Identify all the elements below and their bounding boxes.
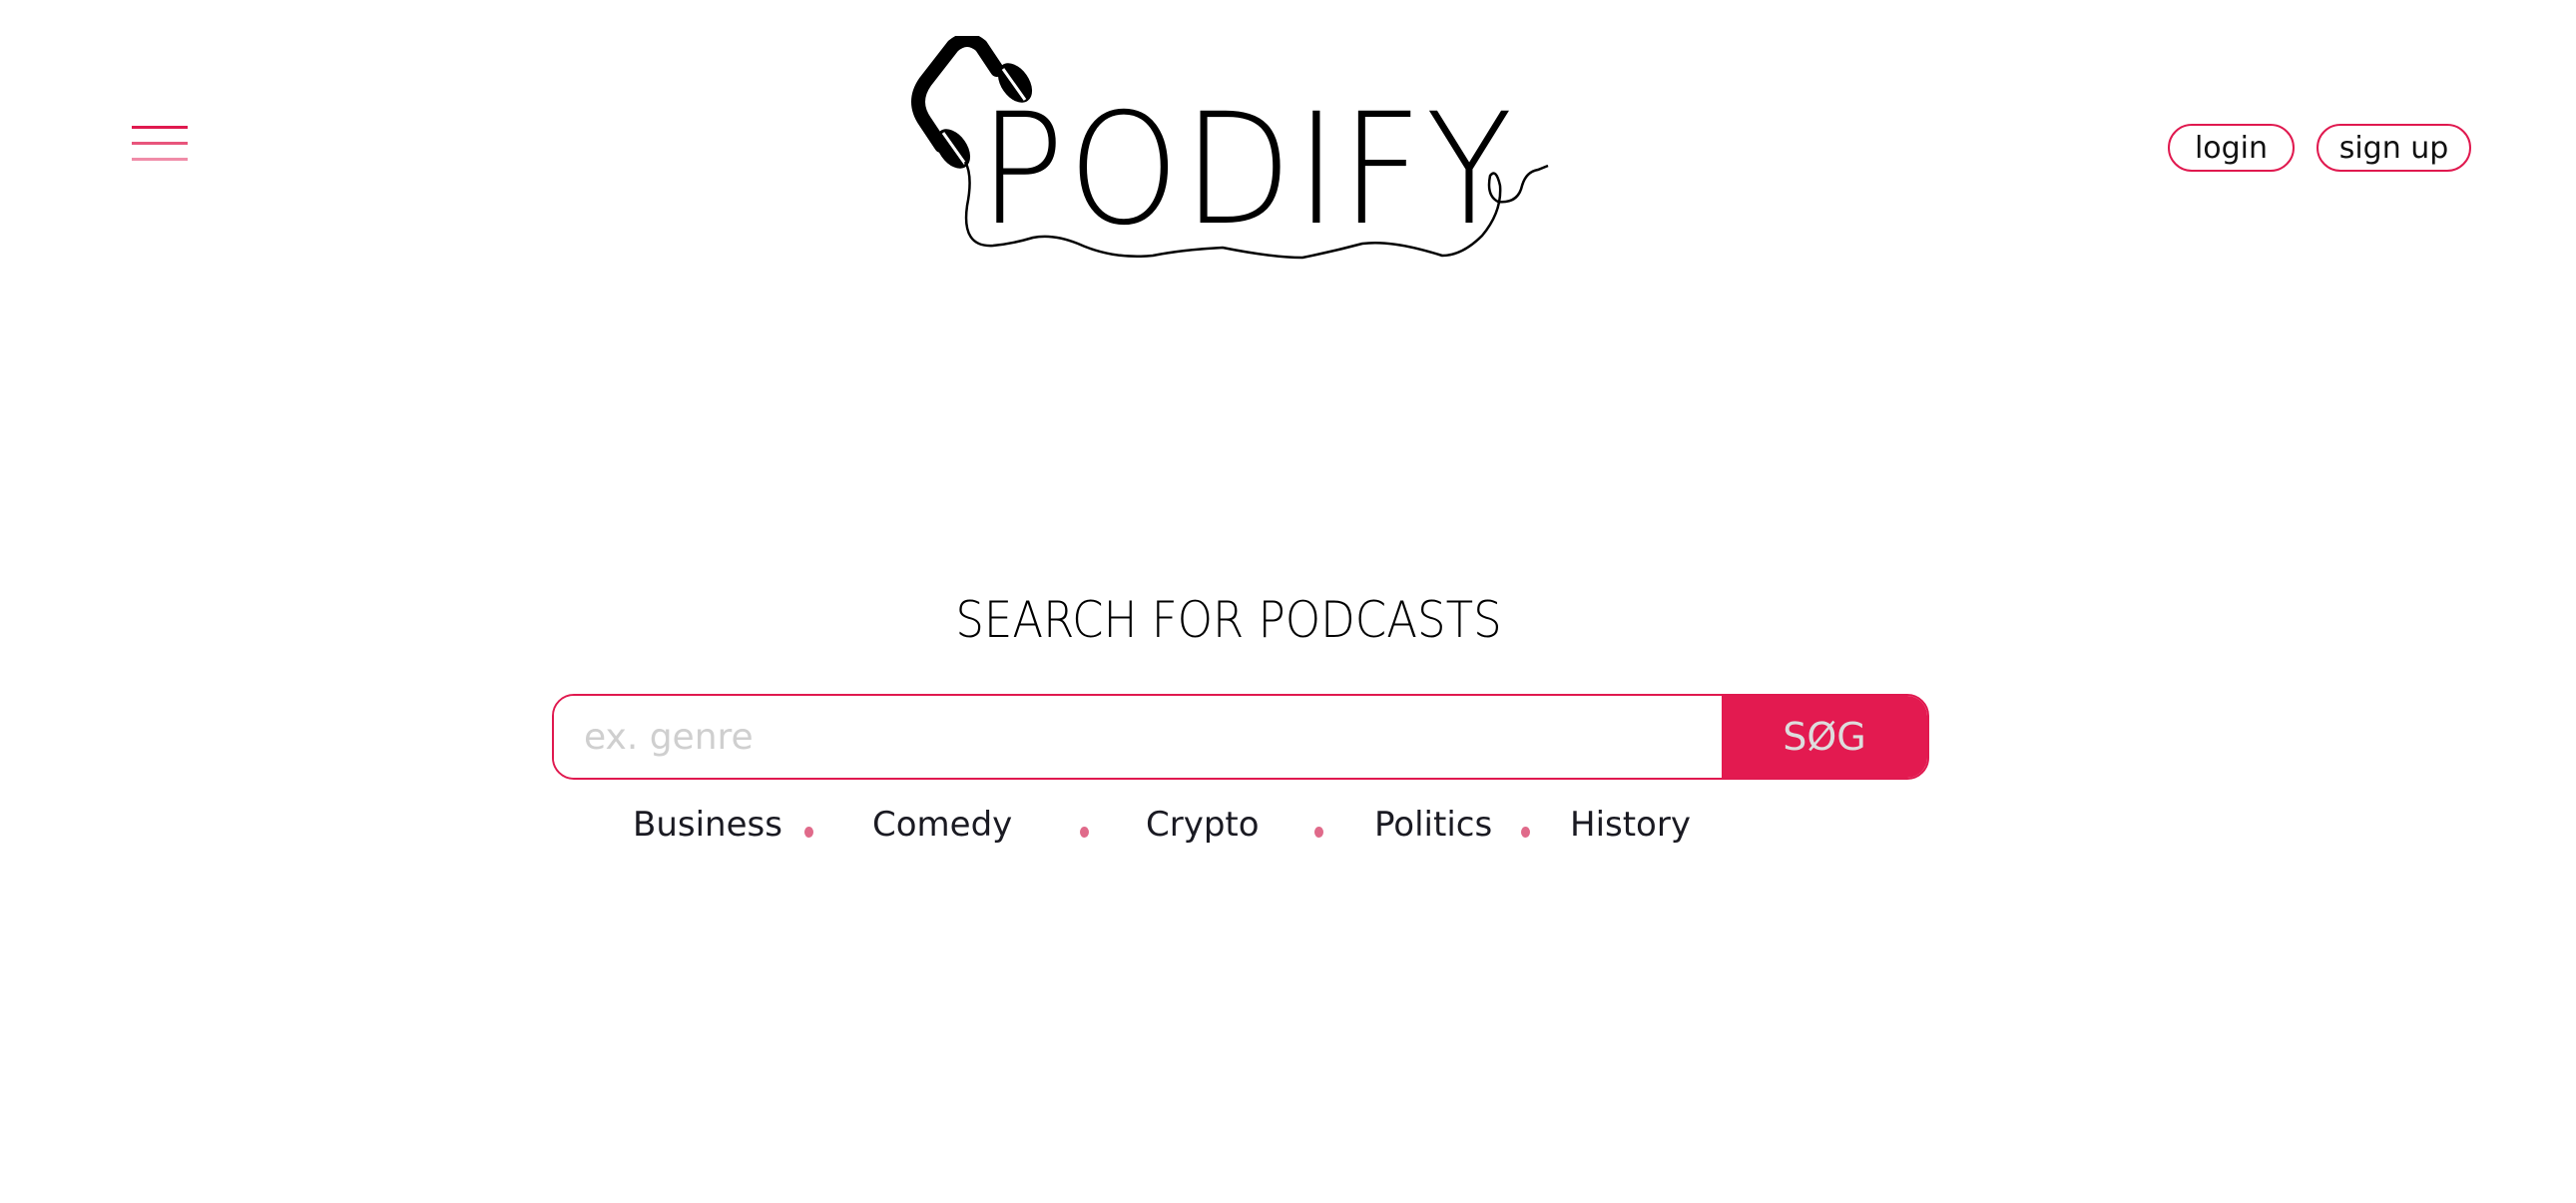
signup-button[interactable]: sign up <box>2317 124 2471 172</box>
separator-dot <box>1314 827 1323 838</box>
hamburger-icon-line <box>132 142 188 145</box>
category-comedy[interactable]: Comedy <box>872 805 1012 845</box>
category-business[interactable]: Business <box>633 805 782 845</box>
category-history[interactable]: History <box>1570 805 1691 845</box>
hamburger-icon-line <box>132 158 188 161</box>
category-links: Business Comedy Crypto Politics History <box>0 805 2576 855</box>
search-bar: SØG <box>552 694 1929 780</box>
separator-dot <box>804 827 813 838</box>
separator-dot <box>1521 827 1530 838</box>
separator-dot <box>1080 827 1089 838</box>
category-politics[interactable]: Politics <box>1374 805 1492 845</box>
podify-logo[interactable]: PODIFY <box>903 36 1582 272</box>
search-button[interactable]: SØG <box>1722 696 1927 778</box>
page-title: SEARCH FOR PODCASTS <box>955 591 1502 649</box>
logo-text: PODIFY <box>979 81 1516 260</box>
search-input[interactable] <box>554 696 1722 778</box>
login-button[interactable]: login <box>2168 124 2295 172</box>
menu-button[interactable] <box>132 124 188 164</box>
category-crypto[interactable]: Crypto <box>1146 805 1260 845</box>
hamburger-icon-line <box>132 126 188 129</box>
